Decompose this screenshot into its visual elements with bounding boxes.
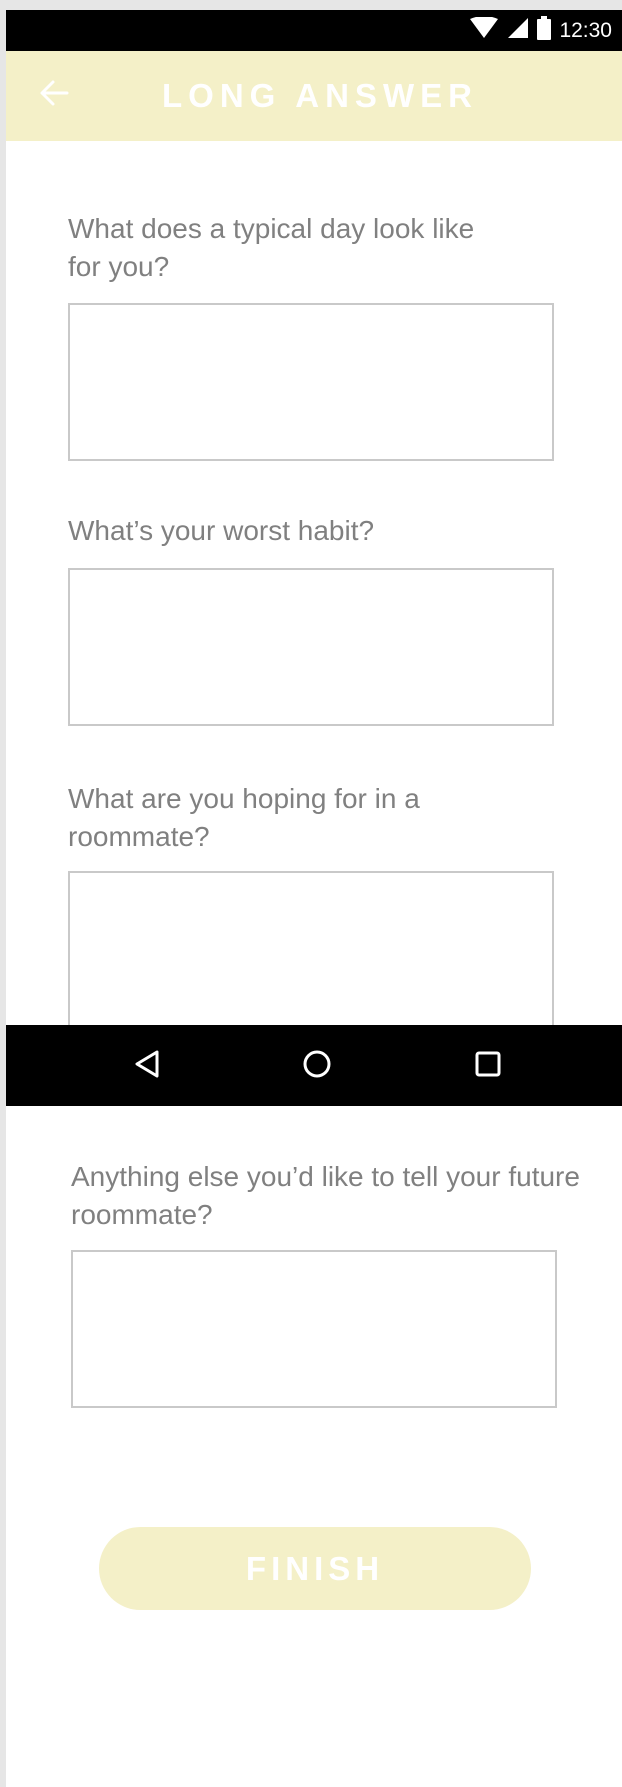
typical-day-answer-field[interactable] — [68, 303, 554, 461]
battery-icon — [537, 16, 552, 45]
status-bar: 12:30 — [6, 10, 622, 51]
status-time: 12:30 — [559, 18, 612, 42]
worst-habit-answer-field[interactable] — [68, 568, 554, 726]
question-label-anything-else: Anything else you’d like to tell your fu… — [71, 1161, 580, 1230]
wifi-icon — [469, 16, 499, 44]
hoping-for-answer-field[interactable] — [68, 871, 554, 1031]
question-label-typical-day: What does a typical day look like for yo… — [68, 213, 475, 282]
status-icons: 12:30 — [469, 10, 612, 51]
circle-home-icon — [302, 1049, 332, 1084]
cell-signal-icon — [507, 17, 529, 44]
arrow-left-icon — [39, 79, 69, 112]
page-title: LONG ANSWER — [162, 77, 478, 114]
nav-back-button[interactable] — [122, 1041, 172, 1091]
question-label-hoping-for: What are you hoping for in a roommate? — [68, 783, 420, 852]
back-button[interactable] — [34, 75, 74, 115]
anything-else-answer-field[interactable] — [71, 1250, 557, 1408]
app-bar: LONG ANSWER — [6, 51, 622, 141]
square-recents-icon — [474, 1050, 502, 1083]
phone-screen: 12:30 LONG ANSWER What does a typical da… — [6, 10, 622, 1787]
nav-home-button[interactable] — [292, 1041, 342, 1091]
finish-button[interactable]: FINISH — [99, 1527, 531, 1610]
nav-recents-button[interactable] — [463, 1041, 513, 1091]
navigation-bar — [6, 1025, 622, 1106]
triangle-back-icon — [133, 1049, 161, 1084]
question-label-worst-habit: What’s your worst habit? — [68, 515, 375, 546]
